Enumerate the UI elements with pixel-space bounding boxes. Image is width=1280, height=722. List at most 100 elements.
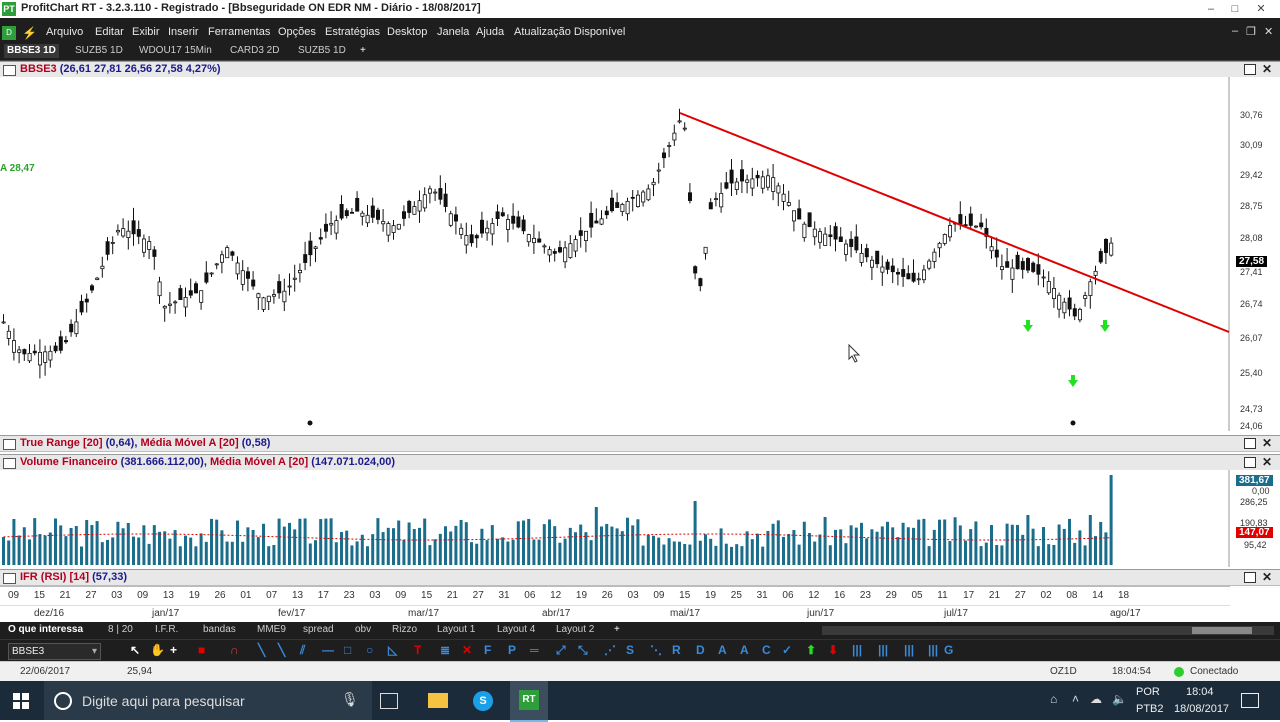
- panel-close-icon[interactable]: ✕: [1262, 436, 1272, 450]
- check-tool-icon[interactable]: ✓: [782, 643, 792, 657]
- horizontal-scrollbar[interactable]: [822, 626, 1274, 635]
- tab-suzb5[interactable]: SUZB5 1D: [72, 44, 126, 58]
- triangle-tool-icon[interactable]: ◺: [388, 643, 397, 657]
- rect-tool-icon[interactable]: □: [344, 643, 351, 657]
- magnet-icon[interactable]: ∩: [230, 643, 239, 657]
- delete-tool-icon[interactable]: ✕: [462, 643, 472, 657]
- tab-8-20[interactable]: 8 | 20: [108, 624, 133, 635]
- menu-exibir[interactable]: Exibir: [132, 26, 160, 38]
- cursor-arrow-icon[interactable]: ↖: [130, 643, 140, 657]
- tab-wdou17[interactable]: WDOU17 15Min: [136, 44, 215, 58]
- notification-icon[interactable]: [1241, 693, 1259, 708]
- a-tool-icon[interactable]: A: [718, 643, 727, 657]
- expand-tool-icon[interactable]: ⤢: [556, 643, 566, 658]
- fibo-tool-icon[interactable]: ≣: [440, 643, 450, 657]
- panel-maximize-icon[interactable]: [1244, 457, 1256, 468]
- bars-2-icon[interactable]: |||: [878, 643, 888, 657]
- menu-inserir[interactable]: Inserir: [168, 26, 199, 38]
- a2-tool-icon[interactable]: A: [740, 643, 749, 657]
- maximize-icon[interactable]: □: [1224, 0, 1246, 18]
- menu-desktop[interactable]: Desktop: [387, 26, 427, 38]
- hline-tool-icon[interactable]: —: [322, 643, 334, 657]
- symbol-select[interactable]: BBSE3 ▾: [8, 643, 101, 660]
- volume-icon[interactable]: 🔈: [1112, 692, 1127, 706]
- menu-opcoes[interactable]: Opções: [278, 26, 316, 38]
- tab-mme9[interactable]: MME9: [257, 624, 286, 635]
- panel-close-icon[interactable]: ✕: [1262, 455, 1272, 469]
- ellipse-tool-icon[interactable]: ○: [366, 643, 373, 657]
- clock-time[interactable]: 18:04: [1186, 686, 1214, 698]
- add-tab-icon[interactable]: +: [357, 44, 369, 58]
- d-tool-icon[interactable]: D: [696, 643, 705, 657]
- tray-arrow-icon[interactable]: ˄: [1072, 692, 1079, 706]
- keyboard-label[interactable]: PTB2: [1136, 703, 1164, 715]
- skype-icon[interactable]: S: [473, 691, 493, 711]
- tab-suzb5-2[interactable]: SUZB5 1D: [295, 44, 349, 58]
- sell-arrow-tool-icon[interactable]: ⬇: [828, 643, 838, 657]
- mic-icon[interactable]: 🎙: [341, 691, 359, 708]
- panel-maximize-icon[interactable]: [1244, 572, 1256, 583]
- bars-1-icon[interactable]: |||: [852, 643, 862, 657]
- g-tool-icon[interactable]: G: [944, 643, 953, 657]
- menu-janela[interactable]: Janela: [437, 26, 469, 38]
- trendline[interactable]: [679, 112, 1230, 333]
- taskbar-search[interactable]: Digite aqui para pesquisar 🎙: [44, 681, 372, 720]
- price-chart[interactable]: A 28,47 30,76 30,09 29,42 28,75 28,08 27…: [0, 77, 1280, 431]
- clock-date[interactable]: 18/08/2017: [1174, 703, 1229, 715]
- tab-bbse3[interactable]: BBSE3 1D: [4, 44, 59, 58]
- parallel-tool-icon[interactable]: ═: [530, 643, 539, 657]
- shrink-tool-icon[interactable]: ⤡: [578, 643, 588, 658]
- tab-spread[interactable]: spread: [303, 624, 334, 635]
- tab-layout-1[interactable]: Layout 1: [437, 624, 475, 635]
- close-icon[interactable]: ✕: [1250, 0, 1272, 18]
- panel-close-icon[interactable]: ✕: [1262, 570, 1272, 584]
- panel-close-icon[interactable]: ✕: [1262, 62, 1272, 76]
- windows-start-icon[interactable]: [13, 693, 29, 709]
- people-icon[interactable]: ⌂: [1050, 692, 1057, 706]
- wave-tool-icon[interactable]: ⋱: [650, 643, 662, 657]
- tab-bandas[interactable]: bandas: [203, 624, 236, 635]
- menu-atualizacao[interactable]: Atualização Disponível: [514, 26, 625, 38]
- taskbar-profitchart[interactable]: RT: [510, 681, 548, 722]
- menu-ajuda[interactable]: Ajuda: [476, 26, 504, 38]
- tab-rizzo[interactable]: Rizzo: [392, 624, 417, 635]
- menu-ferramentas[interactable]: Ferramentas: [208, 26, 270, 38]
- fibo-fan-icon[interactable]: ⋰: [604, 643, 616, 657]
- language-label[interactable]: POR: [1136, 686, 1160, 698]
- ray-tool-icon[interactable]: ╲: [278, 643, 285, 657]
- crosshair-icon[interactable]: +: [170, 643, 177, 657]
- lightning-icon[interactable]: ⚡: [22, 26, 37, 40]
- task-view-icon[interactable]: [380, 693, 398, 709]
- tab-layout-4[interactable]: Layout 4: [497, 624, 535, 635]
- pitch-tool-icon[interactable]: P: [508, 643, 516, 657]
- color-square-icon[interactable]: ■: [198, 643, 205, 657]
- trendline-tool-icon[interactable]: ╲: [258, 643, 265, 657]
- buy-arrow-tool-icon[interactable]: ⬆: [806, 643, 816, 657]
- panel-maximize-icon[interactable]: [1244, 438, 1256, 449]
- file-explorer-icon[interactable]: [428, 693, 448, 708]
- c-tool-icon[interactable]: C: [762, 643, 771, 657]
- cloud-icon[interactable]: ☁: [1090, 692, 1102, 706]
- minimize-icon[interactable]: –: [1200, 0, 1222, 18]
- channel-tool-icon[interactable]: ⫽: [300, 643, 305, 658]
- menu-arquivo[interactable]: Arquivo: [46, 26, 83, 38]
- s-tool-icon[interactable]: S: [626, 643, 634, 657]
- panel-maximize-icon[interactable]: [1244, 64, 1256, 75]
- hand-icon[interactable]: ✋: [150, 643, 165, 657]
- bars-3-icon[interactable]: |||: [904, 643, 914, 657]
- tab-o-que-interessa[interactable]: O que interessa: [8, 624, 83, 635]
- r-tool-icon[interactable]: R: [672, 643, 681, 657]
- menu-estrategias[interactable]: Estratégias: [325, 26, 380, 38]
- mdi-restore-icon[interactable]: ❐: [1246, 25, 1256, 38]
- bars-4-icon[interactable]: |||: [928, 643, 938, 657]
- text-tool-icon[interactable]: T: [414, 643, 421, 657]
- tab-card3[interactable]: CARD3 2D: [227, 44, 282, 58]
- tab-ifr[interactable]: I.F.R.: [155, 624, 178, 635]
- volume-chart[interactable]: 381,67 0,00 286,25 190,83 147,07 95,42: [0, 470, 1280, 567]
- menu-editar[interactable]: Editar: [95, 26, 124, 38]
- fan-tool-icon[interactable]: F: [484, 643, 491, 657]
- add-layout-icon[interactable]: +: [614, 624, 620, 635]
- mdi-minimize-icon[interactable]: –: [1232, 25, 1238, 37]
- tab-layout-2[interactable]: Layout 2: [556, 624, 594, 635]
- tab-obv[interactable]: obv: [355, 624, 371, 635]
